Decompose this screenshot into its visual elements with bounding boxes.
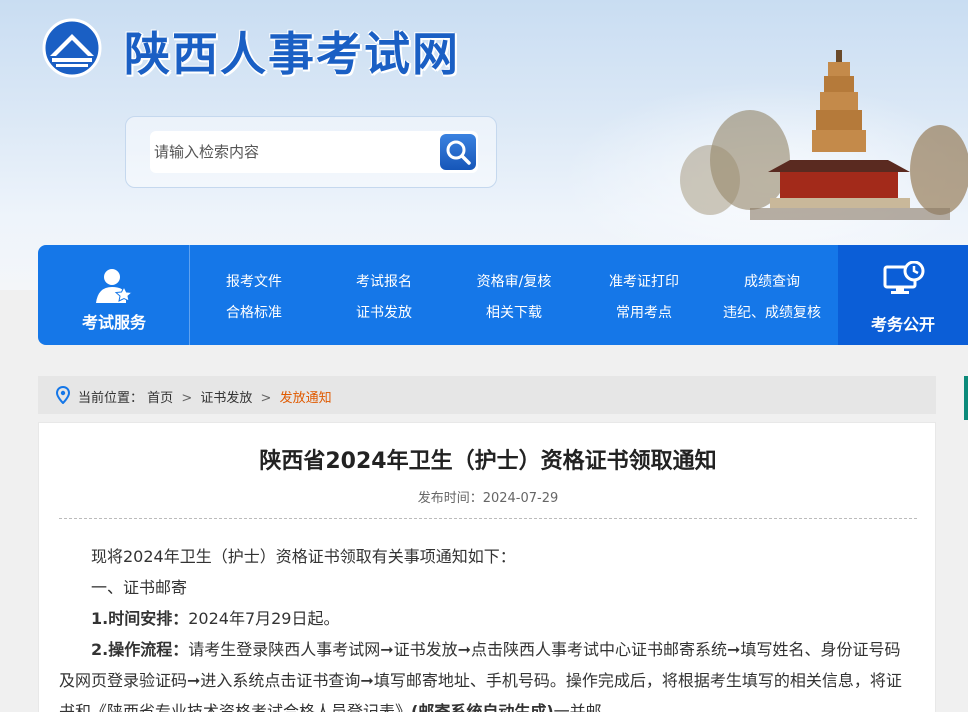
nav-link-score-query[interactable]: 成绩查询	[712, 271, 832, 291]
breadcrumb-section-link[interactable]: 证书发放	[200, 391, 252, 406]
location-pin-icon	[56, 386, 70, 404]
breadcrumb-separator: >	[181, 391, 193, 406]
article-body: 现将2024年卫生（护士）资格证书领取有关事项通知如下： 一、证书邮寄 1.时间…	[59, 541, 909, 712]
nav-link-certificate-issue[interactable]: 证书发放	[324, 302, 444, 322]
nav-link-violation-review[interactable]: 违纪、成绩复核	[712, 302, 832, 322]
search-icon	[446, 140, 471, 165]
nav-link-pass-standard[interactable]: 合格标准	[194, 302, 314, 322]
schedule-label: 1.时间安排：	[91, 609, 189, 628]
search-button[interactable]	[438, 131, 478, 173]
article: 陕西省2024年卫生（护士）资格证书领取通知 发布时间：2024-07-29 现…	[38, 422, 936, 712]
nav-link-qualification-review[interactable]: 资格审/复核	[454, 271, 574, 291]
breadcrumb-current-link[interactable]: 发放通知	[280, 391, 332, 406]
nav-link-downloads[interactable]: 相关下载	[454, 302, 574, 322]
site-title: 陕西人事考试网	[124, 27, 460, 81]
site-logo-icon	[42, 18, 102, 78]
article-title: 陕西省2024年卫生（护士）资格证书领取通知	[259, 449, 717, 474]
paragraph-section-heading: 一、证书邮寄	[91, 578, 188, 597]
date-label: 发布时间：	[417, 491, 483, 506]
procedure-label: 2.操作流程：	[91, 640, 189, 659]
exam-service-tab[interactable]: 考试服务	[38, 245, 190, 345]
nav-link-exam-sites[interactable]: 常用考点	[584, 302, 704, 322]
schedule-text: 2024年7月29日起。	[188, 609, 340, 628]
nav-link-exam-docs[interactable]: 报考文件	[194, 271, 314, 291]
procedure-tail: 一并邮	[553, 702, 602, 712]
paragraph-intro: 现将2024年卫生（护士）资格证书领取有关事项通知如下：	[91, 547, 516, 566]
exam-service-label: 考试服务	[81, 313, 146, 332]
side-float-tab[interactable]	[964, 376, 968, 420]
date-value: 2024-07-29	[482, 491, 559, 506]
procedure-note: (邮寄系统自动生成)	[411, 702, 554, 712]
breadcrumb-separator: >	[260, 391, 272, 406]
nav-link-registration[interactable]: 考试报名	[324, 271, 444, 291]
pagoda-illustration	[680, 50, 968, 220]
exam-affairs-label: 考务公开	[870, 315, 935, 334]
paragraph-procedure: 2.操作流程：请考生登录陕西人事考试网➞证书发放➞点击陕西人事考试中心证书邮寄系…	[59, 634, 909, 712]
paragraph-schedule: 1.时间安排：2024年7月29日起。	[59, 603, 909, 634]
nav-link-admission-ticket[interactable]: 准考证打印	[584, 271, 704, 291]
search-input[interactable]	[150, 131, 438, 173]
breadcrumb: 当前位置： 首页 > 证书发放 > 发放通知	[38, 376, 936, 414]
article-date: 发布时间：2024-07-29	[39, 487, 937, 506]
breadcrumb-home-link[interactable]: 首页	[147, 391, 173, 406]
divider	[59, 518, 917, 519]
user-service-icon	[96, 269, 134, 303]
main-nav: 考试服务 报考文件 考试报名 资格审/复核 准考证打印 成绩查询 合格标准 证书…	[38, 245, 968, 345]
exam-affairs-tab[interactable]: 考务公开	[838, 245, 968, 345]
breadcrumb-prefix: 当前位置：	[78, 391, 144, 406]
monitor-clock-icon	[883, 261, 925, 294]
